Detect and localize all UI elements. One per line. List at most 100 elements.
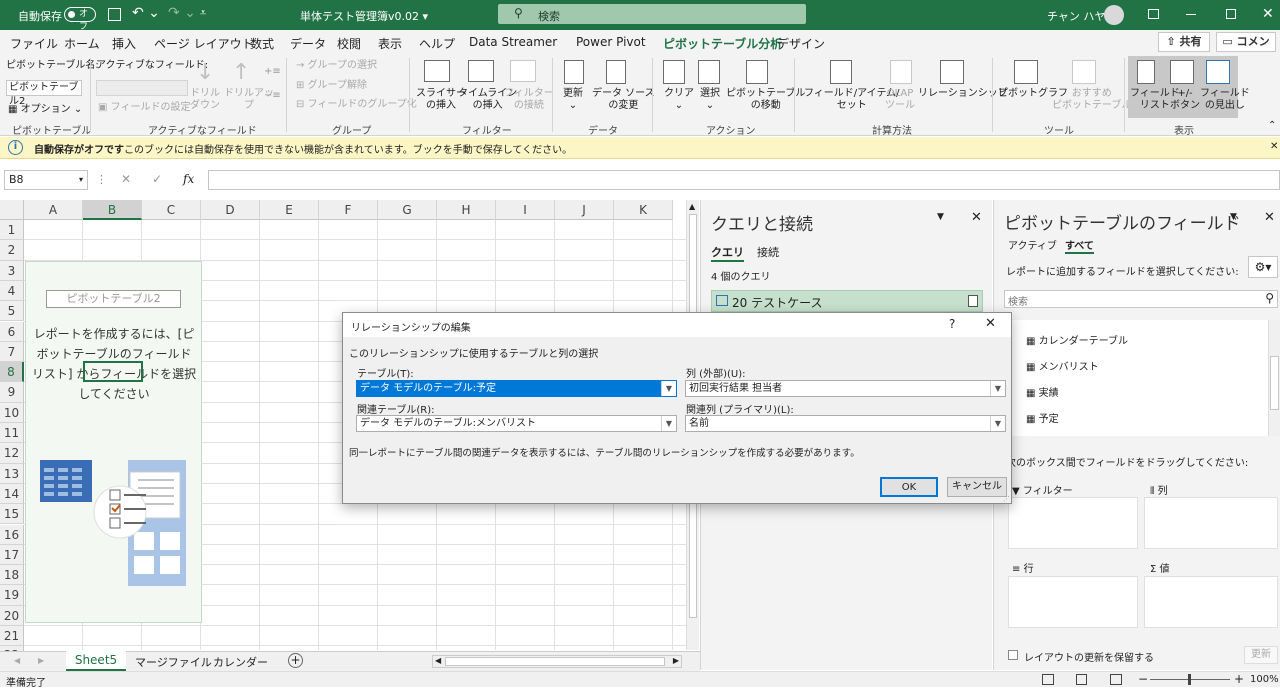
rows-drop-area[interactable] (1008, 576, 1138, 628)
pane-close-icon[interactable]: ✕ (971, 210, 982, 225)
tab-review[interactable]: 校閲 (337, 35, 361, 52)
row-header[interactable]: 15 (0, 504, 24, 525)
page-break-view-icon[interactable] (1110, 674, 1122, 685)
drill-down-button[interactable]: ドリル ダウン (190, 88, 220, 112)
column-header[interactable]: K (614, 200, 673, 220)
minimize-icon[interactable] (1186, 14, 1196, 15)
update-button[interactable]: 更新 (1244, 646, 1278, 664)
change-data-source-button[interactable]: データ ソース の変更 (592, 88, 655, 112)
tab-scroll-left-icon[interactable]: ◀ (14, 656, 20, 665)
tab-all[interactable]: すべて (1065, 237, 1094, 254)
column-header[interactable]: H (437, 200, 496, 220)
column-header[interactable]: D (201, 200, 260, 220)
field-member-list[interactable]: ▦ メンバリスト (1026, 358, 1099, 373)
row-header[interactable]: 17 (0, 544, 24, 566)
tab-connections[interactable]: 接続 (757, 244, 779, 260)
field-plan[interactable]: ▦ 予定 (1026, 410, 1059, 425)
customize-qat-icon[interactable]: ⩡ (200, 6, 206, 20)
tab-data[interactable]: データ (290, 35, 326, 52)
relationships-button[interactable]: リレーションシップ (918, 88, 1008, 100)
tab-view[interactable]: 表示 (378, 35, 402, 52)
ungroup-button[interactable]: ⊞ グループ解除 (296, 80, 367, 92)
tab-page-layout[interactable]: ページ レイアウト (154, 35, 254, 52)
redo-icon[interactable]: ↷ ⌄ (168, 5, 196, 21)
tab-formulas[interactable]: 数式 (250, 35, 274, 52)
sheet-tab-calendar[interactable]: カレンダー (213, 654, 268, 670)
query-refresh-icon[interactable] (968, 295, 978, 307)
filter-drop-area[interactable] (1008, 497, 1138, 549)
row-header[interactable]: 5 (0, 301, 24, 322)
field-calendar-table[interactable]: ▦ カレンダーテーブル (1026, 332, 1128, 347)
tab-file[interactable]: ファイル (10, 35, 58, 52)
close-icon[interactable]: ✕ (1262, 6, 1274, 22)
olap-tools-button[interactable]: OLAP ツール (885, 88, 915, 112)
select-button[interactable]: 選択 ⌄ (700, 88, 720, 112)
search-box[interactable]: ⚲ 検索 (498, 4, 806, 24)
formula-input[interactable] (208, 170, 1280, 190)
field-settings-button[interactable]: ▣ フィールドの設定 (98, 102, 190, 114)
field-headers-button[interactable]: フィールド の見出し (1200, 88, 1250, 112)
settings-gear-button[interactable]: ⚙▾ (1248, 256, 1278, 278)
column-header[interactable]: A (24, 200, 83, 220)
comment-button[interactable]: ▭ コメント (1216, 32, 1276, 66)
row-header[interactable]: 4 (0, 280, 24, 302)
row-header[interactable]: 1 (0, 220, 24, 241)
tab-scroll-right-icon[interactable]: ▶ (38, 656, 44, 665)
options-button[interactable]: ▦ オプション ⌄ (8, 100, 82, 115)
avatar[interactable] (1104, 5, 1124, 25)
document-title[interactable]: 単体テスト管理簿v0.02 ▾ (300, 8, 428, 24)
collapse-ribbon-icon[interactable]: ⌃ (1268, 120, 1276, 131)
field-search-input[interactable]: 検索 ⚲ (1004, 290, 1278, 308)
confirm-entry-icon[interactable]: ✓ (152, 172, 162, 186)
field-list-scrollbar[interactable] (1268, 320, 1280, 436)
column-header[interactable]: E (260, 200, 319, 220)
tab-data-streamer[interactable]: Data Streamer (469, 35, 557, 49)
horizontal-scrollbar[interactable]: ◀ ▶ (432, 655, 682, 668)
row-header[interactable]: 7 (0, 341, 24, 363)
row-header[interactable]: 8 (0, 362, 24, 383)
pane-options-icon[interactable]: ▼ (937, 212, 944, 222)
row-header[interactable]: 13 (0, 463, 24, 484)
table-select[interactable]: データ モデルのテーブル:予定 ▼ (356, 380, 677, 397)
resize-grip-icon[interactable]: ⋰ (1003, 495, 1010, 503)
recommended-pivottables-button[interactable]: おすすめ ピボットテーブル (1052, 88, 1131, 112)
defer-update-checkbox[interactable] (1008, 650, 1018, 660)
row-header[interactable]: 3 (0, 260, 24, 281)
row-header[interactable]: 19 (0, 585, 24, 606)
insert-function-icon[interactable]: fx (183, 172, 194, 186)
active-cell[interactable] (83, 361, 143, 382)
row-header[interactable]: 16 (0, 524, 24, 545)
ribbon-display-icon[interactable] (1148, 9, 1159, 19)
tab-help[interactable]: ヘルプ (419, 35, 455, 52)
field-actual[interactable]: ▦ 実績 (1026, 384, 1059, 399)
values-drop-area[interactable] (1144, 576, 1278, 628)
pane-options-icon[interactable]: ▼ (1230, 212, 1237, 222)
row-header[interactable]: 10 (0, 402, 24, 423)
dialog-close-button[interactable]: ✕ (985, 316, 996, 331)
collapse-field-icon[interactable]: −≡ (264, 90, 281, 101)
zoom-slider[interactable] (1150, 674, 1230, 685)
restore-icon[interactable] (1226, 9, 1236, 19)
cancel-button[interactable]: キャンセル (947, 477, 1007, 497)
related-table-select[interactable]: データ モデルのテーブル:メンバリスト ▼ (356, 415, 677, 432)
column-header[interactable]: B (83, 200, 142, 220)
tab-home[interactable]: ホーム (64, 35, 100, 52)
active-field-input[interactable] (96, 80, 188, 96)
clear-button[interactable]: クリア ⌄ (664, 88, 694, 112)
column-select[interactable]: 初回実行結果 担当者 ▼ (685, 380, 1006, 397)
ok-button[interactable]: OK (880, 477, 938, 497)
row-header[interactable]: 14 (0, 483, 24, 505)
save-icon[interactable] (108, 8, 121, 21)
column-header[interactable]: G (378, 200, 437, 220)
row-header[interactable]: 2 (0, 240, 24, 261)
column-header[interactable]: I (496, 200, 555, 220)
row-header[interactable]: 12 (0, 443, 24, 464)
row-header[interactable]: 6 (0, 321, 24, 342)
undo-icon[interactable]: ↶ ⌄ (132, 5, 160, 21)
group-selection-button[interactable]: → グループの選択 (296, 60, 377, 72)
normal-view-icon[interactable] (1042, 674, 1054, 685)
select-all-corner[interactable] (0, 200, 24, 220)
tab-queries[interactable]: クエリ (711, 244, 744, 262)
sheet-tab-sheet5[interactable]: Sheet5 (66, 651, 126, 671)
refresh-button[interactable]: 更新 ⌄ (563, 88, 583, 112)
